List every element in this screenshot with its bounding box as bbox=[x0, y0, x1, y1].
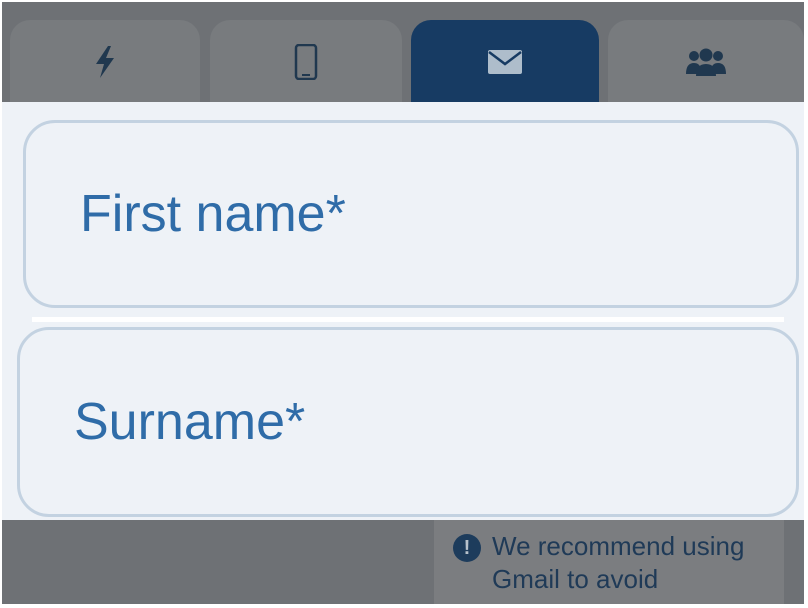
mobile-phone-icon bbox=[294, 44, 318, 80]
surname-field[interactable]: Surname* bbox=[17, 327, 799, 517]
tab-group[interactable] bbox=[608, 20, 804, 104]
surname-label: Surname* bbox=[74, 393, 306, 451]
users-icon bbox=[686, 48, 726, 76]
first-name-label: First name* bbox=[80, 185, 346, 243]
modal-frame: First name* Surname* ! We recommend usin… bbox=[2, 2, 804, 604]
notice-text: We recommend using Gmail to avoid bbox=[492, 531, 745, 594]
lightning-icon bbox=[96, 46, 114, 78]
first-name-field[interactable]: First name* bbox=[23, 120, 799, 308]
envelope-icon bbox=[488, 50, 522, 74]
tab-quick[interactable] bbox=[10, 20, 200, 104]
tab-email[interactable] bbox=[411, 20, 599, 104]
field-divider bbox=[32, 317, 784, 322]
contact-form: First name* Surname* bbox=[2, 102, 804, 520]
tab-bar bbox=[2, 2, 804, 104]
gmail-notice: ! We recommend using Gmail to avoid bbox=[434, 520, 784, 604]
tab-phone[interactable] bbox=[210, 20, 402, 104]
info-icon: ! bbox=[453, 534, 481, 562]
